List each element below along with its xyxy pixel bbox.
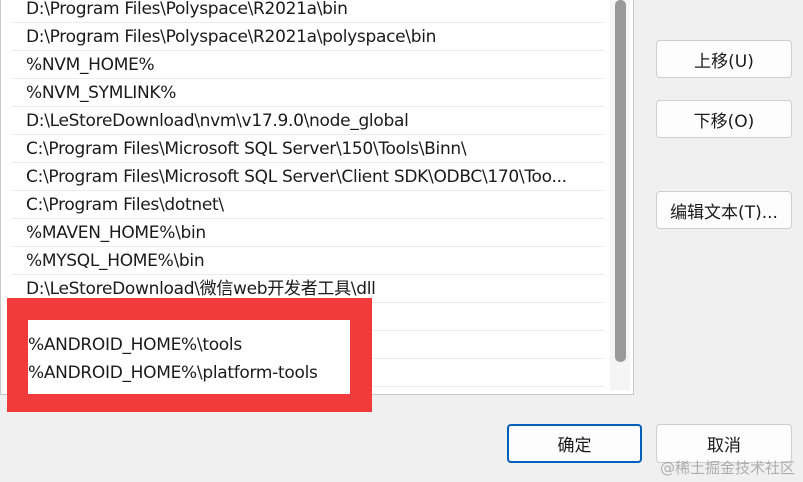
list-item[interactable]: C:\Program Files\Microsoft SQL Server\15… [11,135,605,163]
list-item[interactable]: C:\Program Files\dotnet\ [11,191,605,219]
list-item[interactable]: %MAVEN_HOME%\bin [11,219,605,247]
scrollbar-thumb[interactable] [615,0,626,362]
list-item[interactable]: D:\LeStoreDownload\nvm\v17.9.0\node_glob… [11,107,605,135]
list-item-android-tools[interactable]: %ANDROID_HOME%\tools [28,331,242,359]
list-item[interactable]: D:\Program Files\Polyspace\R2021a\polysp… [11,23,605,51]
edit-text-button[interactable]: 编辑文本(T)... [656,191,792,229]
list-item-android-platform-tools[interactable]: %ANDROID_HOME%\platform-tools [28,359,318,387]
move-up-button[interactable]: 上移(U) [656,40,792,78]
list-item[interactable]: C:\Program Files\Microsoft SQL Server\Cl… [11,163,605,191]
move-down-button[interactable]: 下移(O) [656,100,792,138]
list-item[interactable]: %NVM_SYMLINK% [11,79,605,107]
list-item[interactable]: %NVM_HOME% [11,51,605,79]
ok-button[interactable]: 确定 [507,424,642,463]
list-item[interactable]: D:\Program Files\Polyspace\R2021a\bin [11,0,605,23]
list-item[interactable]: %MYSQL_HOME%\bin [11,247,605,275]
watermark: @稀土掘金技术社区 [659,459,795,477]
